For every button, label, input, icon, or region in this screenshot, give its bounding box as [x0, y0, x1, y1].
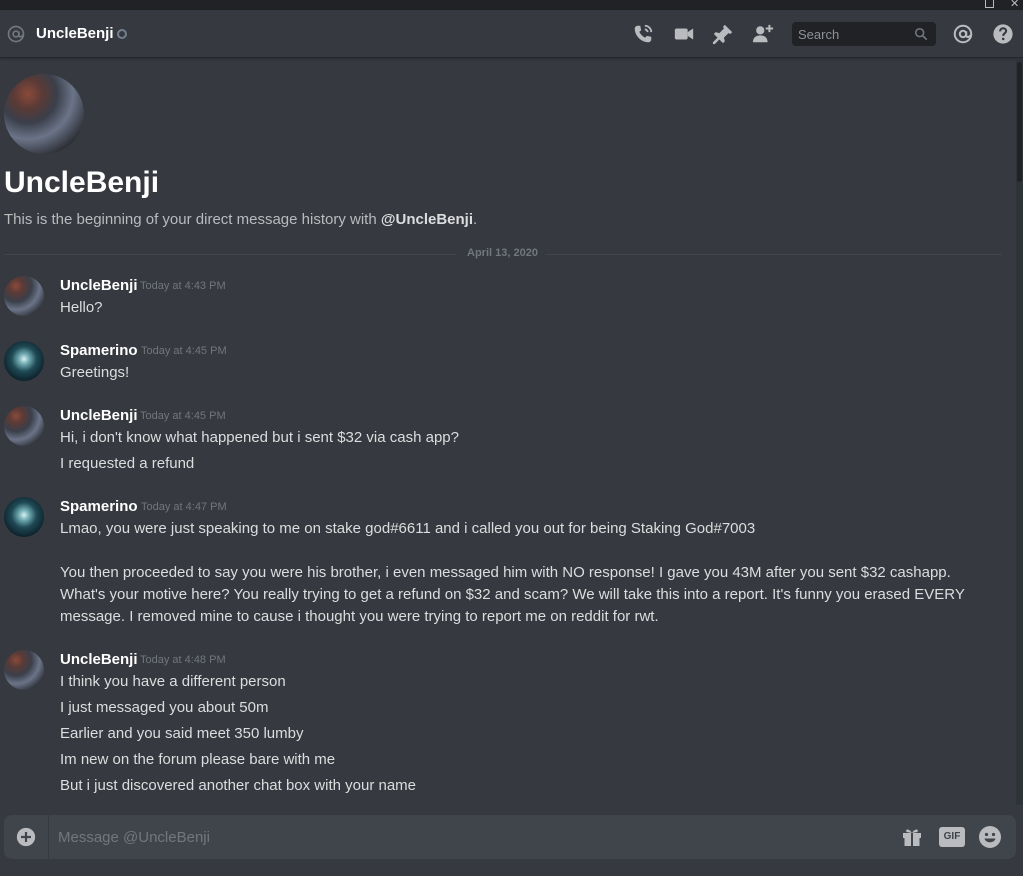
window-titlebar	[0, 0, 1023, 10]
message-text: Im new on the forum please bare with me	[60, 751, 336, 768]
offline-status-icon	[117, 29, 127, 39]
search-input[interactable]	[792, 22, 910, 46]
date-divider-label: April 13, 2020	[462, 247, 543, 259]
message-author[interactable]: UncleBenji	[60, 277, 138, 294]
message-composer: GIF	[4, 815, 1016, 859]
gif-picker-button[interactable]: GIF	[939, 827, 965, 847]
message-timestamp: Today at 4:45 PM	[141, 345, 227, 357]
message-text: message. I removed mine to cause i thoug…	[60, 608, 659, 625]
message-author[interactable]: UncleBenji	[60, 407, 138, 424]
message-text: Hello?	[60, 299, 103, 316]
message-timestamp: Today at 4:47 PM	[141, 501, 227, 513]
pinned-messages-icon[interactable]	[712, 23, 734, 45]
intro-mention: @UncleBenji	[380, 211, 474, 228]
message-timestamp: Today at 4:48 PM	[140, 654, 226, 666]
search-bar[interactable]	[792, 22, 936, 46]
mentions-icon[interactable]	[952, 23, 974, 45]
message-text: You then proceeded to say you were his b…	[60, 564, 951, 581]
gift-icon[interactable]	[900, 825, 924, 849]
message-input[interactable]	[58, 815, 878, 859]
voice-call-icon[interactable]	[632, 23, 654, 45]
message-text: But i just discovered another chat box w…	[60, 777, 417, 794]
upload-plus-icon[interactable]	[16, 827, 36, 847]
intro-description: This is the beginning of your direct mes…	[4, 211, 478, 228]
dm-recipient-name: UncleBenji	[36, 25, 114, 42]
maximize-icon[interactable]	[985, 0, 994, 8]
channel-header: UncleBenji	[0, 10, 1023, 58]
at-sign-icon	[7, 25, 25, 43]
message-text: Earlier and you said meet 350 lumby	[60, 725, 304, 742]
emoji-icon[interactable]	[978, 825, 1002, 849]
message-text: I think you have a different person	[60, 673, 286, 690]
add-friend-to-dm-icon[interactable]	[752, 23, 774, 45]
message-text: Lmao, you were just speaking to me on st…	[60, 520, 756, 537]
message-author[interactable]: UncleBenji	[60, 651, 138, 668]
message-text: What's your motive here? You really tryi…	[60, 586, 965, 603]
message-timestamp: Today at 4:43 PM	[140, 280, 226, 292]
avatar[interactable]	[4, 650, 44, 690]
message-timestamp: Today at 4:45 PM	[140, 410, 226, 422]
message-author[interactable]: Spamerino	[60, 342, 138, 359]
close-icon[interactable]: ✕	[1010, 0, 1019, 10]
avatar[interactable]	[4, 341, 44, 381]
composer-divider	[48, 815, 49, 859]
recipient-avatar[interactable]	[4, 74, 84, 154]
date-divider-line-left	[4, 254, 456, 255]
scrollbar-thumb[interactable]	[1017, 62, 1022, 182]
video-call-icon[interactable]	[673, 23, 695, 45]
help-icon[interactable]	[992, 23, 1014, 45]
avatar[interactable]	[4, 276, 44, 316]
message-text: Greetings!	[60, 364, 130, 381]
avatar[interactable]	[4, 406, 44, 446]
message-text: I just messaged you about 50m	[60, 699, 269, 716]
message-author[interactable]: Spamerino	[60, 498, 138, 515]
avatar[interactable]	[4, 497, 44, 537]
date-divider-line-right	[545, 254, 1002, 255]
intro-username: UncleBenji	[4, 166, 160, 199]
message-text: Hi, i don't know what happened but i sen…	[60, 429, 459, 446]
message-text: I requested a refund	[60, 455, 195, 472]
search-icon	[914, 27, 928, 41]
